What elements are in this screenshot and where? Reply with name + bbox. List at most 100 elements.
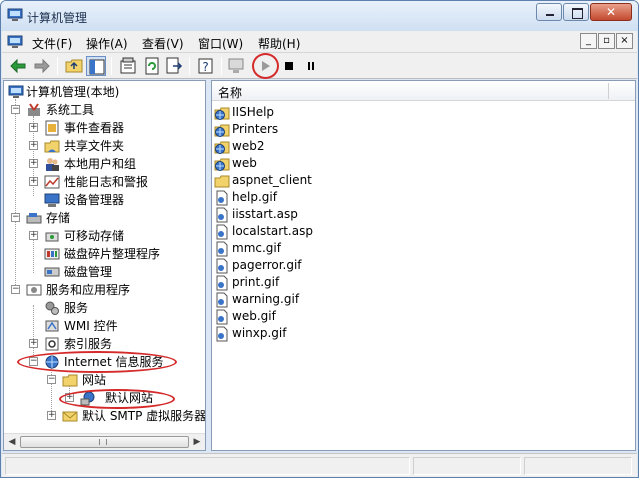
list-item-label: web.gif <box>232 309 276 323</box>
tree-item-label: 事件查看器 <box>64 121 125 135</box>
app-menu-icon[interactable] <box>7 35 23 49</box>
title-bar[interactable]: 计算机管理 ✕ <box>1 1 638 31</box>
tree-item-label: 网站 <box>82 373 107 387</box>
show-hide-tree-button[interactable] <box>86 56 106 76</box>
tree-item-event-viewer[interactable]: + 事件查看器 <box>4 119 204 137</box>
tree-item-label: 系统工具 <box>46 103 95 117</box>
computer-icon <box>228 58 244 73</box>
scroll-thumb[interactable] <box>20 436 189 448</box>
services-apps-icon <box>26 284 42 296</box>
menu-help[interactable]: 帮助(H) <box>258 35 300 52</box>
tools-icon <box>28 103 40 116</box>
folder-icon <box>214 173 230 189</box>
pause-service-button[interactable] <box>301 56 321 76</box>
list-item-label: mmc.gif <box>232 241 281 255</box>
tree-item-root[interactable]: 计算机管理(本地) <box>6 83 205 101</box>
menu-window[interactable]: 窗口(W) <box>198 35 243 52</box>
list-item-label: help.gif <box>232 190 277 204</box>
default-website-annotation-ellipse <box>59 389 175 409</box>
menu-view[interactable]: 查看(V) <box>142 35 184 52</box>
expand-toggle[interactable]: + <box>29 159 38 168</box>
tree-item-label: 性能日志和警报 <box>64 175 149 189</box>
tree-item-wmi-control[interactable]: WMI 控件 <box>4 317 204 335</box>
web-folder-icon <box>214 156 230 172</box>
file-icon <box>214 241 230 257</box>
tree-item-services-and-applications[interactable]: − 服务和应用程序 <box>4 281 204 299</box>
storage-icon <box>26 213 42 224</box>
pause-icon <box>308 62 314 70</box>
mdi-minimize-button[interactable]: _ <box>580 33 597 49</box>
tree-item-disk-management[interactable]: 磁盘管理 <box>4 263 204 281</box>
collapse-toggle[interactable]: − <box>11 213 20 222</box>
collapse-toggle[interactable]: − <box>11 105 20 114</box>
up-level-button[interactable] <box>64 56 84 76</box>
tree-horizontal-scrollbar[interactable]: ◀ ▶ <box>4 433 205 450</box>
smtp-icon <box>62 411 78 422</box>
list-item-label: winxp.gif <box>232 326 287 340</box>
tree-item-system-tools[interactable]: − 系统工具 <box>4 101 204 119</box>
folder-up-icon <box>65 59 83 73</box>
list-item-label: IISHelp <box>232 105 275 119</box>
file-icon <box>214 275 230 291</box>
list-item-label: pagerror.gif <box>232 258 302 272</box>
web-folder-icon <box>214 139 230 155</box>
play-button-annotation-circle <box>252 53 279 79</box>
expand-toggle[interactable]: + <box>29 141 38 150</box>
maximize-button[interactable] <box>563 3 589 21</box>
refresh-button[interactable] <box>142 56 162 76</box>
tree-item-default-smtp[interactable]: + 默认 SMTP 虚拟服务器 <box>4 407 206 425</box>
properties-button[interactable] <box>118 56 138 76</box>
scroll-right-icon[interactable]: ▶ <box>190 436 204 449</box>
tree-item-shared-folders[interactable]: + 共享文件夹 <box>4 137 204 155</box>
tree-item-services[interactable]: 服务 <box>4 299 204 317</box>
expand-toggle[interactable]: + <box>29 231 38 240</box>
file-icon <box>214 309 230 325</box>
minimize-button[interactable] <box>536 3 562 21</box>
close-button[interactable]: ✕ <box>590 3 632 21</box>
list-item-label: warning.gif <box>232 292 300 306</box>
removable-storage-icon <box>45 232 59 242</box>
tree-item-label: 默认 SMTP 虚拟服务器 <box>82 409 206 423</box>
menu-bar: 文件(F) 操作(A) 查看(V) 窗口(W) 帮助(H) _ ▫ × <box>2 31 637 53</box>
tree-item-local-users[interactable]: + 本地用户和组 <box>4 155 204 173</box>
expand-toggle[interactable]: + <box>29 339 38 348</box>
mdi-restore-button[interactable]: ▫ <box>598 33 615 49</box>
expand-toggle[interactable]: + <box>29 123 38 132</box>
tree-item-websites[interactable]: − 网站 <box>4 371 204 389</box>
scroll-left-icon[interactable]: ◀ <box>5 436 19 449</box>
back-arrow-icon <box>10 58 26 74</box>
tree-item-label: 服务和应用程序 <box>46 283 131 297</box>
tree-item-label: 共享文件夹 <box>64 139 125 153</box>
column-header-label: 名称 <box>218 86 243 100</box>
tree-item-label: 服务 <box>64 301 89 315</box>
tree-item-removable-storage[interactable]: + 可移动存储 <box>4 227 204 245</box>
tree-item-storage[interactable]: − 存储 <box>4 209 204 227</box>
tree-item-device-manager[interactable]: 设备管理器 <box>4 191 204 209</box>
export-list-button[interactable] <box>164 56 184 76</box>
forward-button[interactable] <box>32 56 52 76</box>
tree-item-label: 可移动存储 <box>64 229 125 243</box>
collapse-toggle[interactable]: − <box>47 375 56 384</box>
computer-management-icon <box>7 8 23 21</box>
help-button[interactable]: ? <box>196 56 216 76</box>
mdi-close-button[interactable]: × <box>616 33 633 49</box>
list-item-label: iisstart.asp <box>232 207 298 221</box>
tree-item-performance-logs[interactable]: + 性能日志和警报 <box>4 173 204 191</box>
menu-file[interactable]: 文件(F) <box>32 35 72 52</box>
expand-toggle[interactable]: + <box>47 411 56 420</box>
connect-button[interactable] <box>226 56 246 76</box>
column-header-name[interactable]: 名称 <box>212 81 635 101</box>
stop-service-button[interactable] <box>279 56 299 76</box>
collapse-toggle[interactable]: − <box>11 285 20 294</box>
menu-action[interactable]: 操作(A) <box>86 35 128 52</box>
tree-item-label: 计算机管理(本地) <box>26 85 120 99</box>
tree-item-defrag[interactable]: 磁盘碎片整理程序 <box>4 245 204 263</box>
file-icon <box>214 190 230 206</box>
expand-toggle[interactable]: + <box>29 177 38 186</box>
status-cell-2 <box>413 457 521 475</box>
back-button[interactable] <box>8 56 28 76</box>
close-icon: ✕ <box>605 5 617 19</box>
details-pane[interactable]: 名称 IISHelp Printers web2 web aspnet_client he… <box>211 80 636 451</box>
status-cell-main <box>5 457 410 475</box>
file-icon <box>214 258 230 274</box>
